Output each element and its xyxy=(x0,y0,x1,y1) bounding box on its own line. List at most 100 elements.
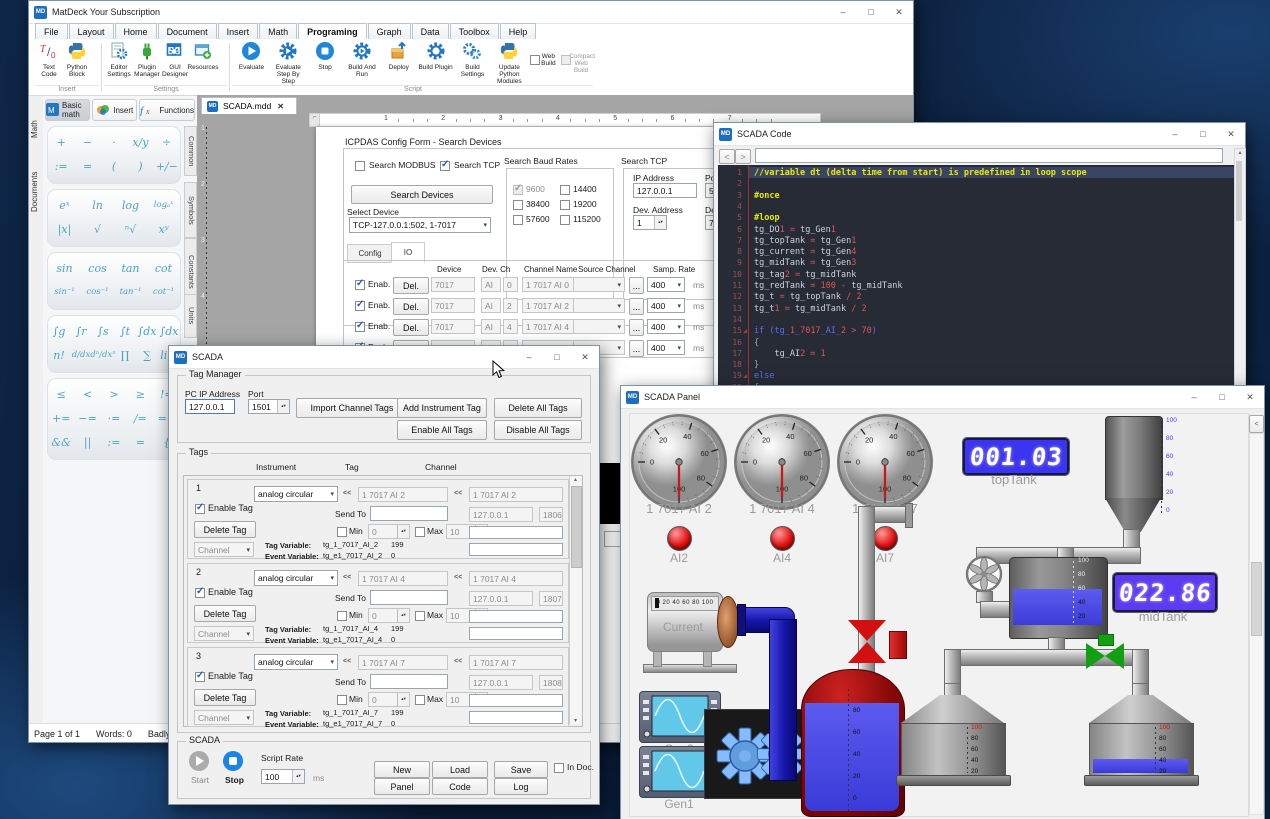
baud-checkbox-9600[interactable] xyxy=(513,185,523,195)
channel-field[interactable]: 1 7017 AI 2 xyxy=(469,487,563,502)
baud-checkbox-115200[interactable] xyxy=(560,215,570,225)
math-symbol-button[interactable]: || xyxy=(74,431,100,453)
math-symbol-button[interactable]: n! xyxy=(48,344,70,366)
ribbon-button-editor-settings[interactable]: Editor Settings xyxy=(105,41,133,85)
math-symbol-button[interactable]: cot⁻¹ xyxy=(147,281,180,303)
send-to-field[interactable] xyxy=(370,674,448,689)
math-symbol-button[interactable]: + xyxy=(48,131,74,153)
tag-port-field[interactable]: 1808 xyxy=(539,675,563,690)
ribbon-checkbox-compact-web-build[interactable]: Compact Web Build xyxy=(559,41,593,85)
dev-addr-spinner[interactable]: 1▴▾ xyxy=(633,215,667,230)
math-symbol-button[interactable]: d/dx xyxy=(70,344,92,366)
code-editor[interactable]: 1//variable dt (delta time from start) i… xyxy=(718,165,1234,417)
tag-ip-field[interactable]: 127.0.0.1 xyxy=(469,675,533,690)
checkbox[interactable] xyxy=(530,55,540,65)
channel-field[interactable]: 1 7017 AI 7 xyxy=(469,655,563,670)
ribbon-button-evaluate[interactable]: Evaluate xyxy=(233,41,270,85)
ribbon-tab-document[interactable]: Document xyxy=(158,23,217,39)
ip-field[interactable]: 127.0.0.1 xyxy=(633,183,697,198)
baud-checkbox-38400[interactable] xyxy=(513,200,523,210)
math-symbol-button[interactable]: sin xyxy=(48,257,81,279)
dock-tab-math[interactable]: Math xyxy=(30,100,39,138)
minimize-icon[interactable]: – xyxy=(1161,123,1189,145)
math-symbol-button[interactable]: ·= xyxy=(101,407,127,429)
math-symbol-button[interactable]: := xyxy=(101,431,127,453)
add-instrument-tag-button[interactable]: Add Instrument Tag xyxy=(397,398,487,418)
math-symbol-button[interactable]: ∑ xyxy=(136,344,158,366)
checkbox[interactable] xyxy=(561,55,571,65)
math-tab-basic-math[interactable]: MBasic math xyxy=(45,99,90,121)
io-delete-button[interactable]: Del. xyxy=(393,277,429,294)
math-symbol-button[interactable]: −= xyxy=(74,407,100,429)
enable-tag-checkbox[interactable] xyxy=(195,504,205,514)
dock-tab-documents[interactable]: Documents xyxy=(30,144,39,212)
save-button[interactable]: Save xyxy=(494,761,548,778)
delete-tag-button[interactable]: Delete Tag xyxy=(194,605,256,622)
io-ch-field[interactable]: 4 xyxy=(503,319,518,334)
ribbon-button-build-settings[interactable]: Build Settings xyxy=(454,41,491,85)
math-symbol-button[interactable]: ÷ xyxy=(154,131,180,153)
io-enable-checkbox[interactable] xyxy=(355,301,365,311)
math-symbol-button[interactable]: tan⁻¹ xyxy=(114,281,147,303)
code-search-bar[interactable] xyxy=(755,148,1223,163)
math-symbol-button[interactable]: +/− xyxy=(154,155,180,177)
close-icon[interactable]: ✕ xyxy=(885,1,913,23)
tag-ip-field[interactable]: 127.0.0.1 xyxy=(469,507,533,522)
math-tab-insert[interactable]: Insert xyxy=(92,99,137,121)
math-symbol-button[interactable]: sin⁻¹ xyxy=(48,281,81,303)
max-checkbox[interactable] xyxy=(415,527,425,537)
math-symbol-button[interactable]: ∫g xyxy=(48,320,70,342)
max-checkbox[interactable] xyxy=(415,611,425,621)
math-symbol-button[interactable]: ∫t xyxy=(114,320,136,342)
math-side-tab-symbols[interactable]: Symbols xyxy=(184,182,197,238)
delete-tag-button[interactable]: Delete Tag xyxy=(194,689,256,706)
maximize-icon[interactable]: □ xyxy=(543,346,571,368)
ribbon-button-update-python-modules[interactable]: Update Python Modules xyxy=(491,41,528,85)
ribbon-tab-layout[interactable]: Layout xyxy=(69,23,114,39)
io-device-field[interactable]: 7017 xyxy=(431,277,475,292)
tag-field[interactable]: 1 7017 AI 2 xyxy=(358,487,448,502)
math-symbol-button[interactable]: ∏ xyxy=(114,344,136,366)
io-browse-button[interactable]: ... xyxy=(629,319,644,336)
io-source-channel-combo[interactable] xyxy=(573,298,625,313)
math-symbol-button[interactable]: − xyxy=(74,131,100,153)
start-button[interactable] xyxy=(189,751,209,771)
extra-field[interactable] xyxy=(469,694,563,707)
nav-forward-button[interactable]: > xyxy=(735,149,751,164)
document-tab[interactable]: MD SCADA.mdd ✕ xyxy=(201,97,297,114)
ribbon-tab-home[interactable]: Home xyxy=(115,23,157,39)
code-button[interactable]: Code xyxy=(432,778,488,795)
baud-checkbox-14400[interactable] xyxy=(560,185,570,195)
dialog-port-spinner[interactable]: 1501▴▾ xyxy=(248,399,290,414)
import-channel-tags-button[interactable]: Import Channel Tags xyxy=(296,398,408,418)
new-button[interactable]: New xyxy=(374,761,430,778)
io-delete-button[interactable]: Del. xyxy=(393,319,429,336)
main-titlebar[interactable]: MD MatDeck Your Subscription – □ ✕ xyxy=(29,1,913,24)
math-symbol-button[interactable]: ( xyxy=(101,155,127,177)
channel-field[interactable]: 1 7017 AI 4 xyxy=(469,571,563,586)
ribbon-button-stop[interactable]: Stop xyxy=(307,41,344,85)
stop-button[interactable] xyxy=(223,751,243,771)
close-icon[interactable]: ✕ xyxy=(571,346,599,368)
channel-combo[interactable]: Channel xyxy=(194,710,254,725)
math-symbol-button[interactable]: tan xyxy=(114,257,147,279)
io-ch-type-field[interactable]: AI xyxy=(481,277,501,292)
math-symbol-button[interactable]: |x| xyxy=(48,218,81,240)
io-ch-field[interactable]: 2 xyxy=(503,298,518,313)
code-titlebar[interactable]: MD SCADA Code – □ ✕ xyxy=(714,123,1245,146)
io-rate-combo[interactable]: 400 xyxy=(647,298,685,313)
io-ch-field[interactable]: 0 xyxy=(503,277,518,292)
baud-checkbox-57600[interactable] xyxy=(513,215,523,225)
math-symbol-button[interactable]: && xyxy=(48,431,74,453)
ribbon-tab-data[interactable]: Data xyxy=(412,23,449,39)
math-symbol-button[interactable]: > xyxy=(101,383,127,405)
io-source-channel-combo[interactable] xyxy=(573,319,625,334)
channel-combo[interactable]: Channel xyxy=(194,626,254,641)
script-rate-spinner[interactable]: 100▴▾ xyxy=(261,769,305,784)
doc-close-icon[interactable]: ✕ xyxy=(277,102,284,111)
math-symbol-button[interactable]: = xyxy=(127,431,153,453)
math-tab-functions[interactable]: fxFunctions xyxy=(139,99,195,121)
io-ch-type-field[interactable]: AI xyxy=(481,298,501,313)
math-symbol-button[interactable]: += xyxy=(48,407,74,429)
math-symbol-button[interactable]: ∫dx xyxy=(136,320,158,342)
